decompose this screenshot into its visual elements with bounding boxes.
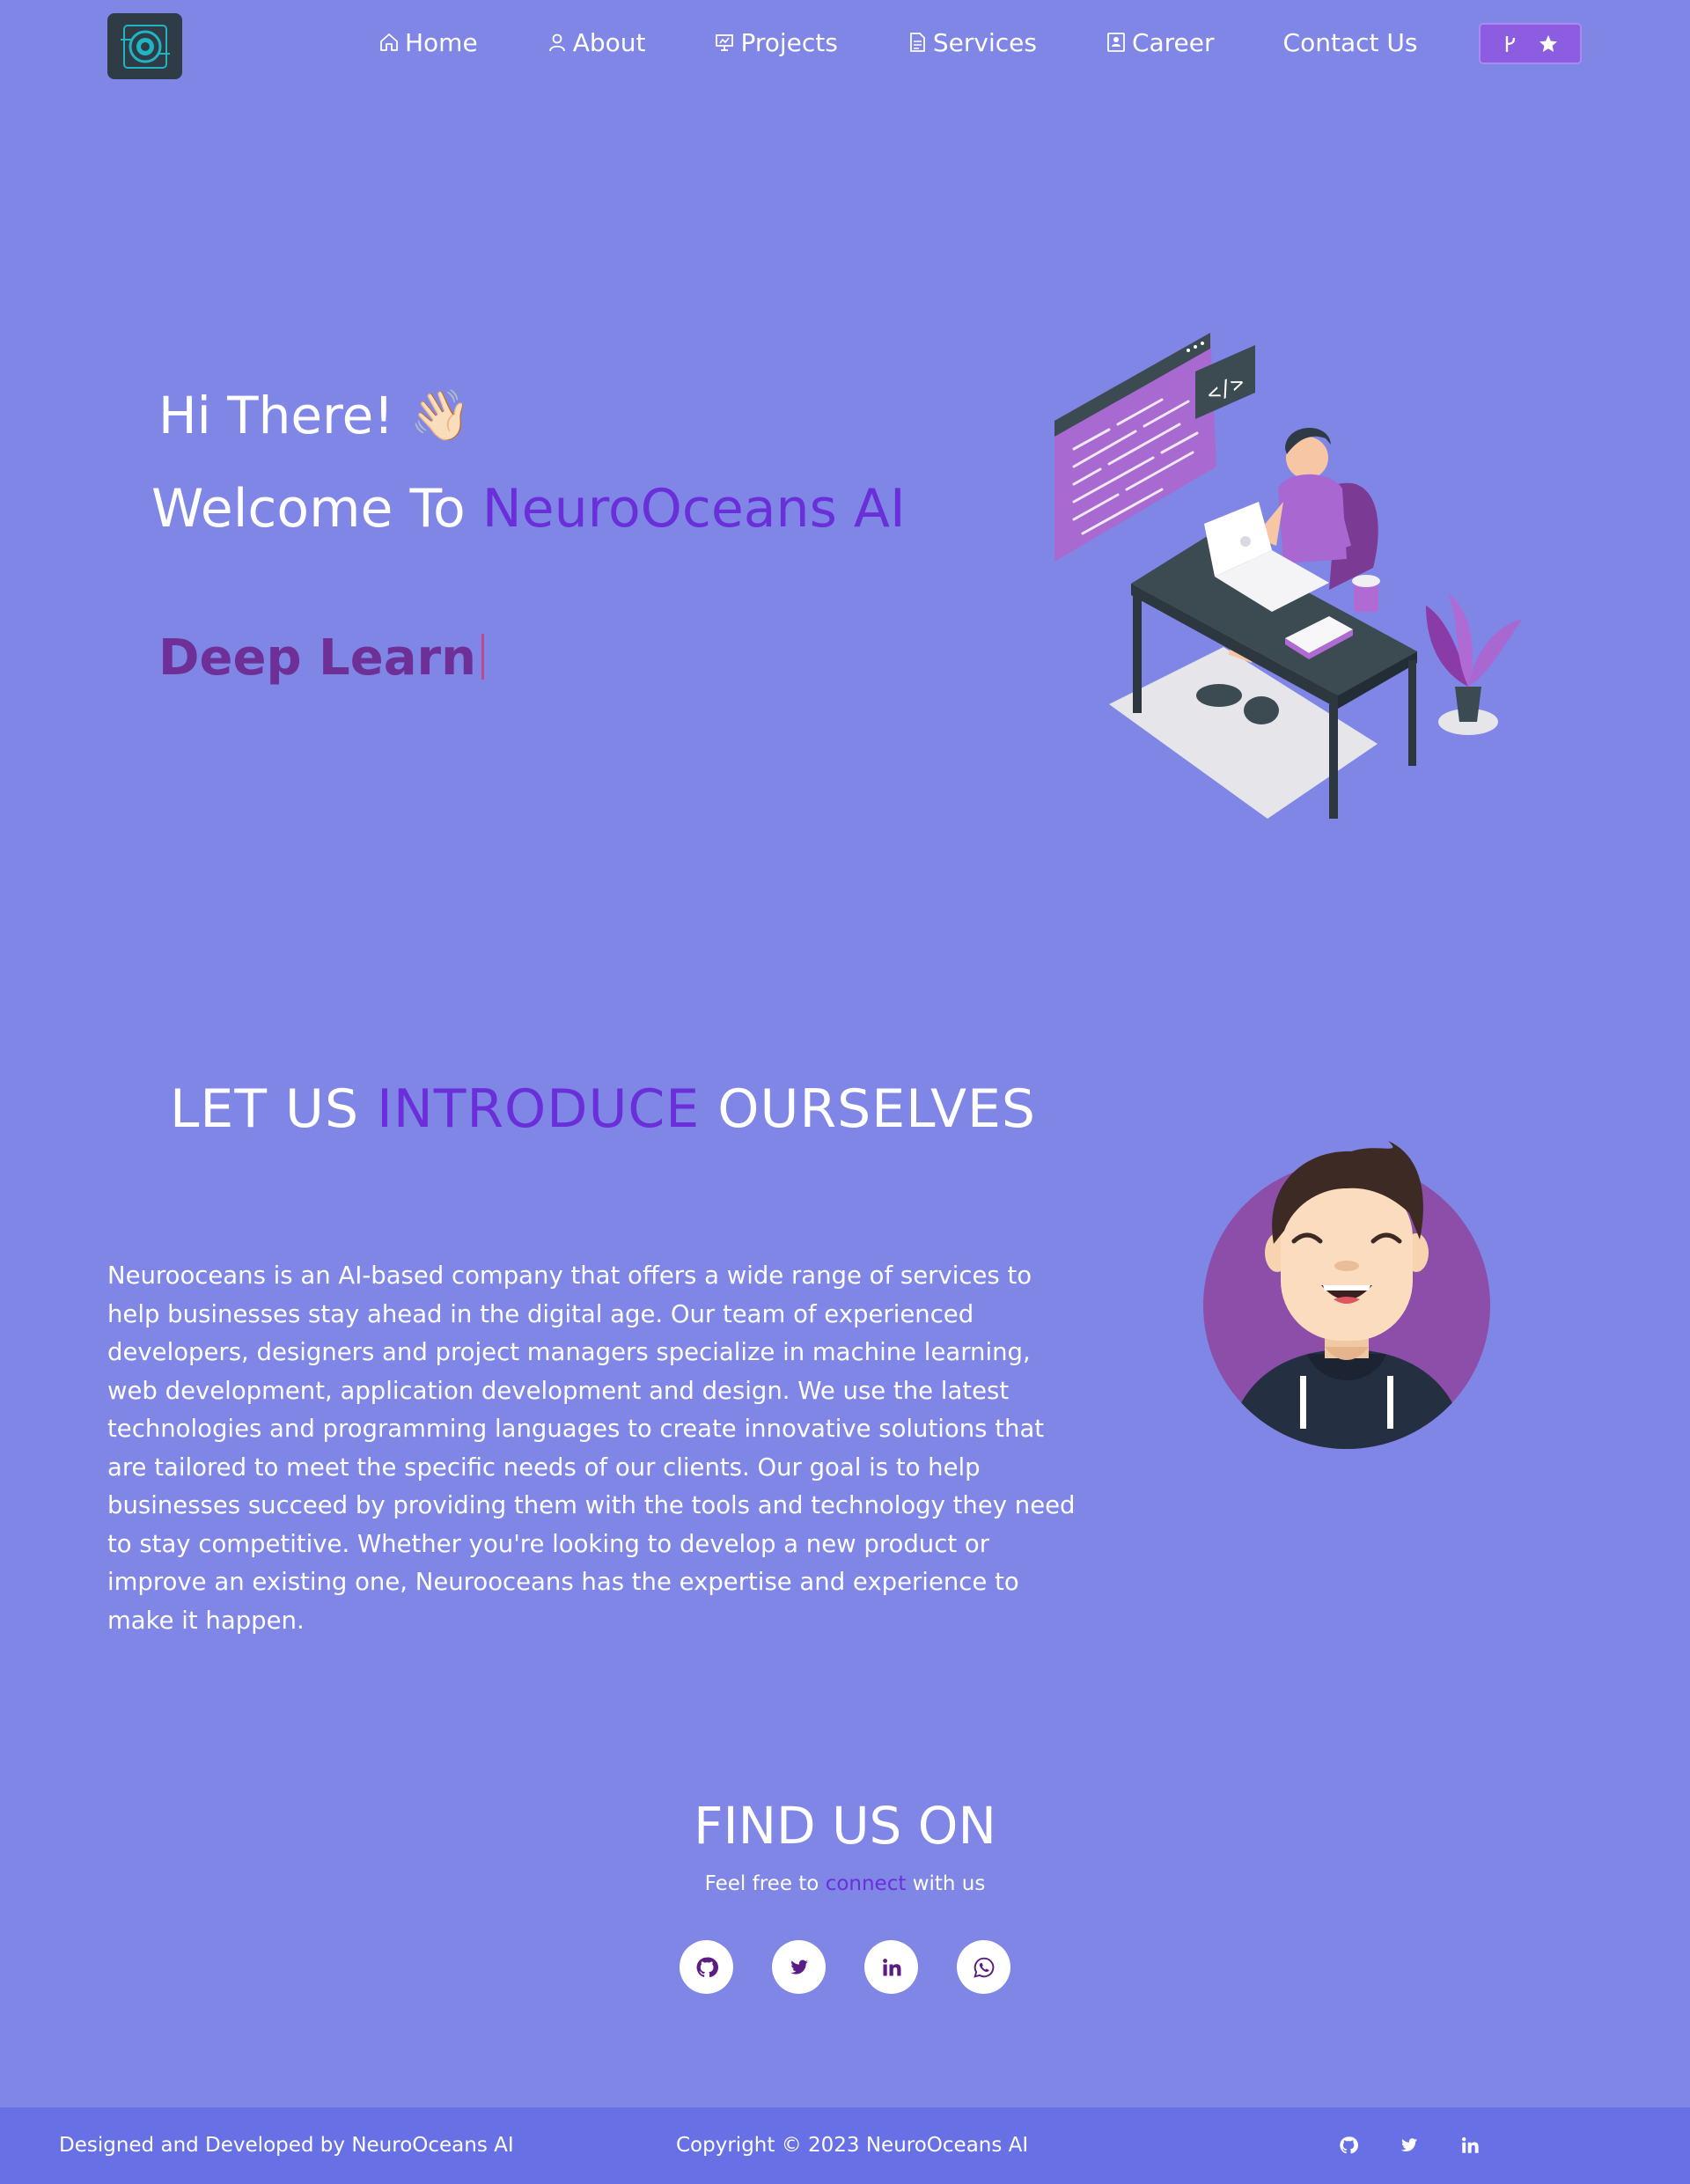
document-icon xyxy=(909,33,925,52)
navbar: Home About Projects Services Career Cont… xyxy=(0,0,1690,85)
avatar xyxy=(1203,1141,1490,1449)
nav-about[interactable]: About xyxy=(547,27,646,57)
hero-welcome-prefix: Welcome To xyxy=(151,478,466,540)
nav-contact-label: Contact Us xyxy=(1282,27,1418,57)
home-icon xyxy=(380,33,398,51)
github-icon xyxy=(696,1957,718,1977)
footer-twitter-link[interactable] xyxy=(1399,2135,1420,2156)
nav-links: Home About Projects Services Career Cont… xyxy=(378,23,1486,62)
linkedin-icon xyxy=(882,1958,900,1975)
nav-home[interactable]: Home xyxy=(378,28,478,57)
hero-welcome: Welcome To NeuroOceans AI xyxy=(151,478,906,540)
typing-cursor xyxy=(481,634,484,680)
github-link[interactable] xyxy=(680,1940,733,1994)
github-fork-star-button[interactable] xyxy=(1479,23,1582,64)
footer-linkedin-link[interactable] xyxy=(1459,2135,1481,2156)
whatsapp-icon xyxy=(973,1957,994,1978)
logo[interactable] xyxy=(107,13,182,79)
hero-typed-text: Deep Learn xyxy=(158,629,476,687)
nav-home-label: Home xyxy=(405,27,478,57)
linkedin-icon xyxy=(1462,2136,1479,2153)
find-us-subtitle: Feel free to connect with us xyxy=(0,1872,1690,1895)
waving-hand-icon: 👋🏻 xyxy=(409,387,472,445)
nav-services-label: Services xyxy=(932,27,1037,57)
hero-greeting-text: Hi There! xyxy=(158,386,394,445)
footer-github-link[interactable] xyxy=(1338,2135,1359,2156)
badge-icon xyxy=(1107,33,1125,52)
github-icon xyxy=(1340,2136,1358,2154)
nav-career-label: Career xyxy=(1131,27,1215,57)
footer-social-links xyxy=(1338,2135,1481,2156)
presentation-icon xyxy=(716,34,734,51)
hero-typewriter: Deep Learn xyxy=(158,629,484,687)
hero-brand-name: NeuroOceans AI xyxy=(481,478,906,540)
about-title-part1: LET US xyxy=(170,1078,360,1140)
developer-at-desk-illustration: </> xyxy=(1054,333,1523,819)
nav-career[interactable]: Career xyxy=(1106,28,1215,57)
find-us-sub-prefix: Feel free to xyxy=(704,1872,819,1895)
about-title-part2: OURSELVES xyxy=(717,1078,1037,1140)
find-us-title: FIND US ON xyxy=(694,1796,996,1856)
twitter-link[interactable] xyxy=(772,1940,826,1994)
twitter-icon xyxy=(1400,2138,1418,2151)
twitter-icon xyxy=(790,1959,808,1974)
about-description: Neurooceans is an AI-based company that … xyxy=(107,1261,1076,1635)
nav-contact[interactable]: Contact Us xyxy=(1283,28,1418,57)
about-title: LET US INTRODUCE OURSELVES xyxy=(170,1078,1036,1140)
social-links xyxy=(680,1940,1010,1994)
find-us-sub-accent: connect xyxy=(825,1872,907,1895)
user-icon xyxy=(548,33,565,52)
footer: Designed and Developed by NeuroOceans AI… xyxy=(0,2107,1690,2184)
nav-about-label: About xyxy=(572,27,646,57)
nav-services[interactable]: Services xyxy=(907,28,1037,57)
find-us-sub-suffix: with us xyxy=(912,1872,986,1895)
footer-copyright: Copyright © 2023 NeuroOceans AI xyxy=(676,2134,1029,2157)
nav-projects-label: Projects xyxy=(740,27,838,57)
about-title-accent: INTRODUCE xyxy=(377,1078,701,1140)
logo-icon xyxy=(120,24,170,69)
hero-greeting: Hi There! 👋🏻 xyxy=(158,386,471,445)
whatsapp-link[interactable] xyxy=(957,1940,1010,1994)
fork-icon xyxy=(1505,35,1515,52)
footer-credit: Designed and Developed by NeuroOceans AI xyxy=(59,2134,514,2157)
nav-projects[interactable]: Projects xyxy=(714,27,838,57)
star-icon xyxy=(1539,34,1557,52)
linkedin-link[interactable] xyxy=(864,1940,918,1994)
